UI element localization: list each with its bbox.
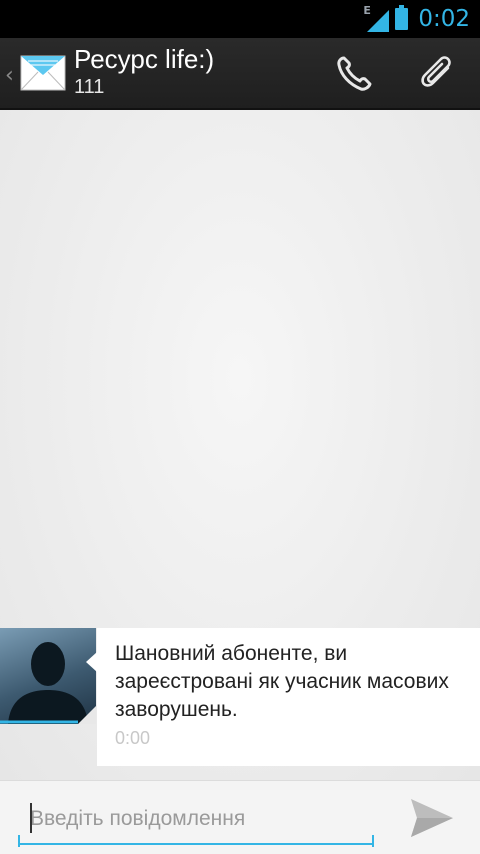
conversation-area[interactable]: Шановний абоненте, ви зареєстровані як у… <box>0 110 480 780</box>
conversation-title: Ресурс life:) <box>74 44 215 74</box>
message-text: Шановний абоненте, ви зареєстровані як у… <box>115 642 449 721</box>
status-bar: E 0:02 <box>0 0 480 38</box>
send-button[interactable] <box>404 795 460 841</box>
up-navigation-button[interactable]: ‹ Ресурс life:) 111 <box>0 38 280 110</box>
message-time: 0:00 <box>115 728 151 748</box>
input-border-left <box>18 835 20 847</box>
action-bar: ‹ Ресурс life:) 111 <box>0 38 480 110</box>
back-caret-icon: ‹ <box>5 63 14 88</box>
network-type: E <box>363 4 371 17</box>
text-cursor <box>30 803 32 833</box>
attach-button[interactable] <box>408 48 468 100</box>
attachment-icon <box>421 56 451 87</box>
battery-icon <box>395 5 409 30</box>
message-item[interactable]: Шановний абоненте, ви зареєстровані як у… <box>0 628 480 766</box>
phone-icon <box>337 56 372 91</box>
message-bubble[interactable]: Шановний абоненте, ви зареєстровані як у… <box>97 628 480 766</box>
conversation-subtitle: 111 <box>74 76 105 98</box>
input-border-right <box>372 835 374 847</box>
status-time: 0:02 <box>418 6 470 32</box>
contact-avatar[interactable] <box>0 628 96 724</box>
default-contact-icon <box>0 642 96 724</box>
compose-bar <box>0 780 480 854</box>
bubble-tail <box>86 652 97 672</box>
signal-icon: E <box>363 4 390 32</box>
call-button[interactable] <box>324 48 384 100</box>
messaging-app-icon <box>20 55 66 91</box>
send-icon <box>411 799 453 837</box>
message-input[interactable] <box>18 795 374 845</box>
